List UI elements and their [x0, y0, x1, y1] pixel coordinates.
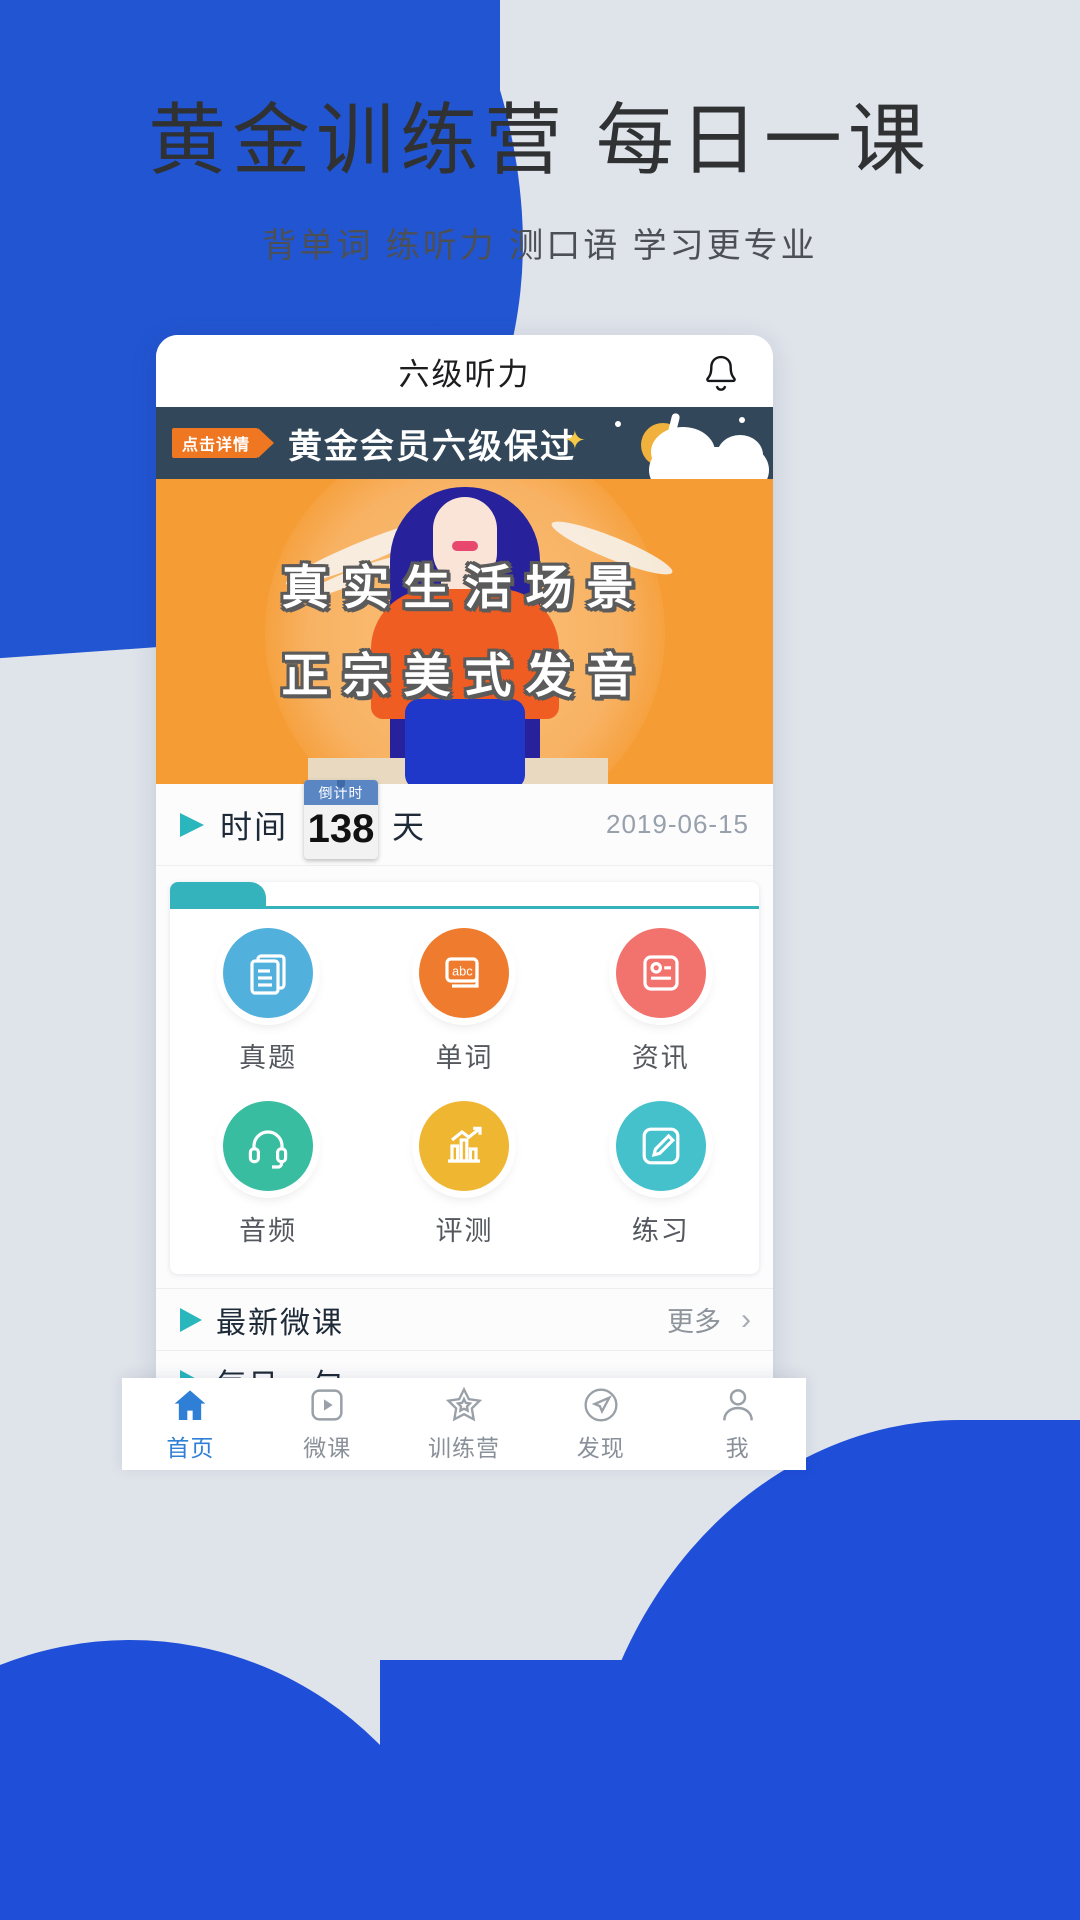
compass-send-icon [584, 1388, 618, 1422]
play-triangle-icon [180, 1307, 202, 1332]
section-label: 最新微课 [216, 1306, 344, 1340]
more-label[interactable]: 更多 [667, 1300, 721, 1339]
poster-headline-area: 黄金训练营 每日一课 背单词 练听力 测口语 学习更专业 [0, 96, 1080, 267]
grid-item-lianxi[interactable]: 练习 [563, 1101, 759, 1248]
documents-icon [223, 928, 314, 1018]
person-icon [722, 1389, 753, 1421]
svg-text:abc: abc [452, 963, 473, 978]
star-dot-icon [615, 421, 621, 427]
cloud-icon [651, 427, 715, 477]
app-header: 六级听力 [156, 335, 773, 407]
pencil-edit-icon [615, 1101, 706, 1191]
sparkle-icon: ✦ [564, 425, 586, 455]
promo-banner[interactable]: 点击详情 黄金会员六级保过 ✦ [156, 407, 773, 479]
countdown-calendar: 倒计时 138 [304, 780, 379, 859]
countdown-label: 时间 [220, 808, 289, 845]
poster-subtitle: 背单词 练听力 测口语 学习更专业 [262, 226, 818, 265]
chevron-right-icon[interactable]: › [741, 1303, 751, 1337]
play-circle-icon [311, 1389, 343, 1421]
play-triangle-icon [180, 812, 204, 837]
hero-line-1: 真实生活场景 [281, 561, 648, 614]
grid-item-danci[interactable]: abc 单词 [366, 928, 562, 1075]
phone-screen: 六级听力 点击详情 黄金会员六级保过 ✦ 真实生活场景 正宗美式发音 时间 倒计… [156, 335, 773, 1417]
bell-icon[interactable] [701, 353, 741, 395]
tab-discover[interactable]: 发现 [532, 1378, 669, 1470]
grid-item-label: 音频 [239, 1216, 298, 1246]
countdown-unit: 天 [392, 808, 427, 845]
illustration-legs [404, 699, 525, 784]
page-title: 黄金训练营 每日一课 [0, 96, 1080, 186]
headset-icon [223, 1101, 314, 1191]
countdown-days: 138 [307, 807, 375, 851]
grid-item-label: 资讯 [631, 1043, 690, 1073]
headline-sub: 每日一课 [595, 96, 932, 184]
tab-training-camp[interactable]: 训练营 [396, 1378, 533, 1470]
tab-label: 首页 [166, 1435, 215, 1461]
countdown-date: 2019-06-15 [606, 809, 749, 839]
promo-detail-badge[interactable]: 点击详情 [172, 428, 275, 458]
chart-up-icon [419, 1101, 510, 1191]
abc-card-icon: abc [419, 928, 510, 1018]
tab-micro-class[interactable]: 微课 [259, 1378, 396, 1470]
bottom-tab-bar: 首页 微课 训练营 发现 我 [122, 1378, 806, 1470]
grid-tab-line [170, 906, 759, 909]
star-badge-icon [445, 1386, 483, 1422]
hero-line-2: 正宗美式发音 [281, 649, 648, 702]
grid-item-zhenti[interactable]: 真题 [170, 928, 366, 1075]
countdown-row: 时间 倒计时 138 天 2019-06-15 [156, 780, 773, 866]
grid-item-label: 评测 [435, 1216, 494, 1246]
tab-label: 训练营 [427, 1435, 500, 1461]
news-badge-icon [615, 928, 706, 1018]
tab-home[interactable]: 首页 [122, 1378, 259, 1470]
grid-item-label: 练习 [631, 1216, 690, 1246]
grid-item-yinpin[interactable]: 音频 [170, 1101, 366, 1248]
tab-label: 发现 [576, 1435, 625, 1461]
feature-grid: 真题 abc 单词 资讯 音频 评测 练习 [170, 928, 759, 1248]
section-row-latest-micro-class[interactable]: 最新微课 更多 › [156, 1288, 773, 1350]
tab-label: 我 [725, 1435, 750, 1461]
tab-label: 微课 [303, 1435, 352, 1461]
tab-profile[interactable]: 我 [669, 1378, 806, 1470]
grid-item-zixun[interactable]: 资讯 [563, 928, 759, 1075]
grid-item-label: 真题 [239, 1043, 298, 1073]
grid-item-label: 单词 [435, 1043, 494, 1073]
promo-text: 黄金会员六级保过 [288, 427, 577, 466]
grid-section: 真题 abc 单词 资讯 音频 评测 练习 [156, 866, 773, 1288]
grid-tab-shape [170, 882, 266, 908]
home-icon [175, 1390, 206, 1420]
grid-item-pingce[interactable]: 评测 [366, 1101, 562, 1248]
cloud-icon [717, 435, 763, 475]
grid-card: 真题 abc 单词 资讯 音频 评测 练习 [170, 882, 759, 1274]
headline-main: 黄金训练营 [148, 96, 569, 184]
blue-blob-bottom-strip [380, 1660, 1080, 1920]
star-dot-icon [739, 417, 745, 423]
hero-banner[interactable]: 真实生活场景 正宗美式发音 [156, 479, 773, 784]
app-title: 六级听力 [398, 356, 531, 392]
calendar-pin-icon [337, 780, 346, 788]
